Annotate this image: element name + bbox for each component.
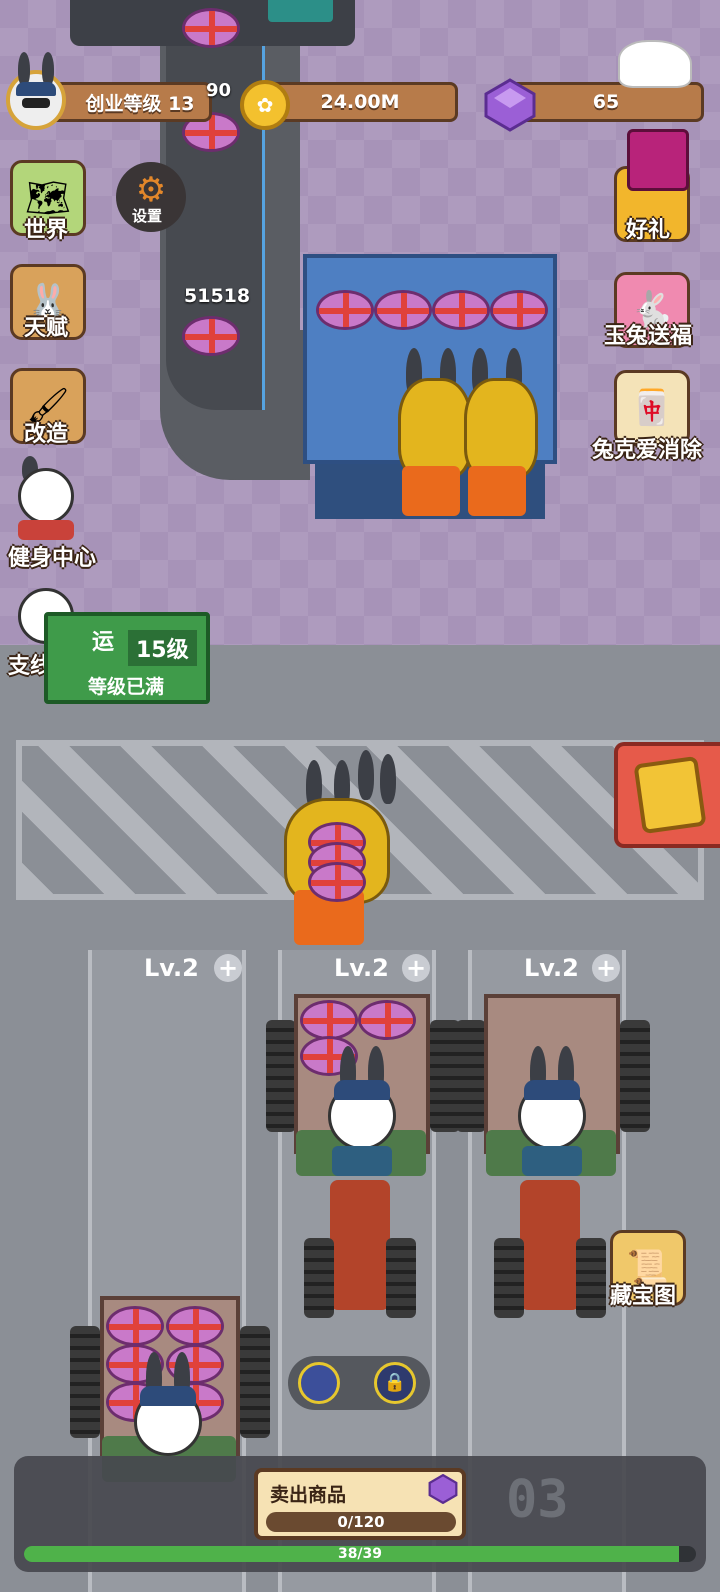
gym-bunny-icon (18, 468, 74, 524)
sell-goods-label: 卖出商品 (270, 1484, 347, 1506)
machine-status: 等级已满 (88, 676, 165, 698)
gift-cake (490, 290, 548, 330)
player-avatar[interactable] (6, 52, 66, 130)
level-label: 创业等级 13 (85, 92, 195, 115)
gift-box-icon (627, 129, 689, 191)
gift-cake (182, 8, 240, 48)
gift-cake (166, 1306, 224, 1346)
golden-chest-icon (633, 755, 707, 835)
reward-chest-tab[interactable] (614, 742, 720, 848)
gym-label: 健身中心 (8, 546, 97, 571)
coin-icon: ✿ (240, 80, 290, 130)
lane-number: 03 (506, 1470, 569, 1530)
upgrade-plus-icon[interactable]: + (402, 954, 430, 982)
gift-cake (308, 862, 366, 902)
lane-2-level: Lv.2 (334, 954, 389, 982)
gift-cake (106, 1306, 164, 1346)
lane-3-level: Lv.2 (524, 954, 579, 982)
driver-bunny (514, 1046, 590, 1176)
gem-icon (484, 78, 536, 132)
driver-bunny (130, 1352, 206, 1472)
gems-panel[interactable]: 65 (508, 82, 704, 122)
machine-sign-partial: 运 (92, 630, 115, 655)
sell-progress-text: 0/120 (337, 1513, 385, 1531)
coins-value: 24.00M (320, 91, 400, 113)
sell-progress-bar: 0/120 (266, 1512, 456, 1532)
coins-panel[interactable]: 24.00M (262, 82, 458, 122)
talent-label: 天赋 (24, 316, 69, 341)
gift-cake (432, 290, 490, 330)
gift-cake (300, 1000, 358, 1040)
jade-rabbit-label: 玉兔送福 (604, 324, 693, 349)
match-game-label: 兔克爱消除 (592, 438, 703, 463)
bunny-worker (458, 348, 538, 523)
gem-icon (428, 1473, 458, 1505)
remodel-label: 改造 (24, 422, 69, 447)
upgrade-plus-icon[interactable]: + (592, 954, 620, 982)
conveyor-control-panel (268, 0, 333, 22)
gift-cake (316, 290, 374, 330)
lane-1-level: Lv.2 (144, 954, 199, 982)
gear-icon: ⚙ (135, 170, 167, 210)
driver-bunny (324, 1046, 400, 1176)
partial-counter: 90 (206, 80, 232, 101)
gems-value: 65 (592, 91, 620, 113)
gift-label: 好礼 (626, 218, 671, 243)
gym-button[interactable] (8, 456, 92, 544)
settings-label: 设置 (132, 207, 163, 225)
goose-decoration (618, 40, 692, 88)
gift-cake (182, 316, 240, 356)
mahjong-tiles-icon: 🀄 (630, 388, 674, 428)
xp-progress-text: 38/39 (337, 1546, 383, 1562)
conveyor-count: 51518 (184, 285, 251, 307)
machine-sign[interactable]: 运 15级 等级已满 (44, 612, 210, 704)
gift-cake (358, 1000, 416, 1040)
xp-progress-bar: 38/39 (24, 1546, 696, 1562)
gift-cake (374, 290, 432, 330)
lock-icon[interactable]: 🔒 (374, 1362, 416, 1404)
upgrade-plus-icon[interactable]: + (214, 954, 242, 982)
sell-goods-card[interactable]: 卖出商品 0/120 (254, 1468, 466, 1540)
machine-level: 15级 (128, 630, 197, 666)
skin-preview-icon[interactable] (298, 1362, 340, 1404)
world-label: 世界 (24, 218, 69, 243)
skin-lock-pill[interactable]: 🔒 (288, 1356, 430, 1410)
